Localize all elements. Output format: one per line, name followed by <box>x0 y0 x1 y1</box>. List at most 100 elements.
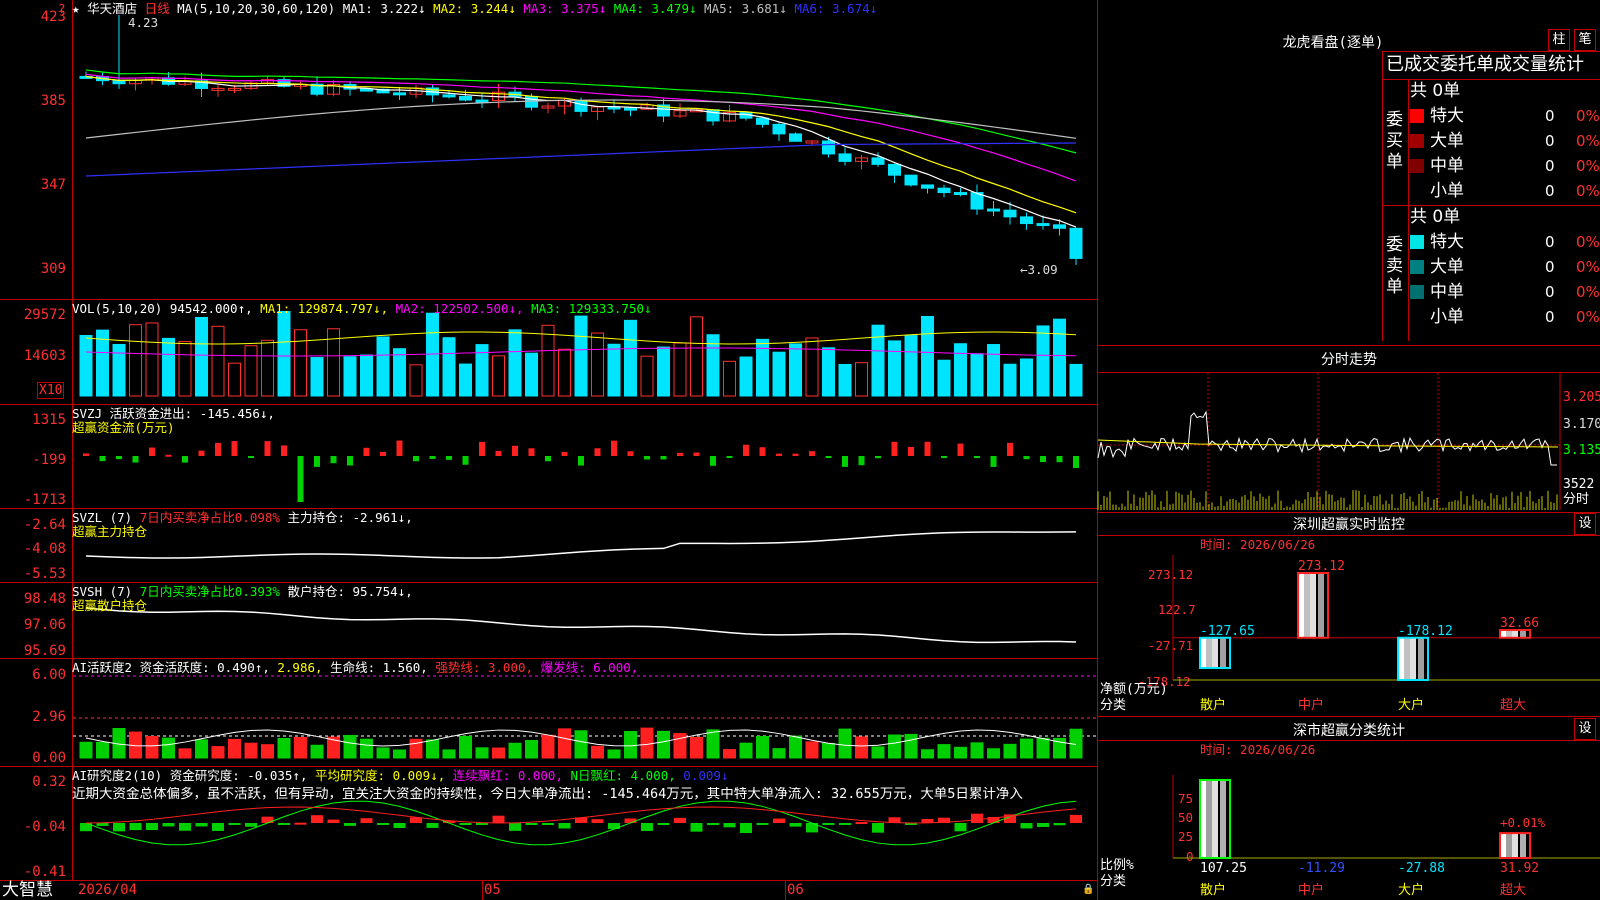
ai-active-axis-bottom: 0.00 <box>32 750 66 766</box>
ai-research-axis-top: 0.32 <box>32 774 66 790</box>
volume-bar <box>1036 325 1050 397</box>
ai-research-bar <box>377 823 389 825</box>
volume-bar <box>211 325 225 397</box>
ai-active-bar <box>574 730 588 759</box>
ai-research-bar <box>1037 823 1049 827</box>
chart-area[interactable]: ★ 华天酒店 日线 MA(5,10,20,30,60,120) MA1: 3.2… <box>0 0 1098 900</box>
ai-active-bar <box>1020 738 1033 759</box>
period-label[interactable]: 日线 <box>145 1 170 16</box>
svzj-bar <box>462 456 469 465</box>
ai-active-bar <box>393 749 406 759</box>
ai-research-bar <box>773 818 785 823</box>
ai-burst-line: 爆发线: 6.000, <box>540 660 639 675</box>
volume-bar <box>508 329 522 397</box>
svzj-bar <box>858 456 865 466</box>
favorite-star-icon[interactable]: ★ <box>72 1 80 16</box>
ai-active-bar <box>888 734 901 759</box>
volume-bar <box>1069 363 1083 397</box>
candle-body <box>789 133 802 142</box>
stat-bar-stripe <box>1520 833 1526 858</box>
candle-body <box>1053 224 1066 229</box>
volume-bar <box>739 356 753 397</box>
svzj-bar <box>891 441 898 456</box>
volume-bar <box>673 342 687 397</box>
monitor-value-label: 32.66 <box>1500 616 1539 631</box>
svsh-line <box>85 607 1077 644</box>
ai-active-bar <box>442 749 456 759</box>
vol-ma2: MA2: 122502.500↓, <box>395 301 524 316</box>
svsh-sub: 超赢散户持仓 <box>72 598 148 613</box>
right-sidebar: 龙虎看盘(逐单) 柱 笔 已成交委托单成交量统计 委买单 委卖单 共 0单 特大… <box>1097 0 1600 900</box>
ai-research-bar <box>162 823 175 827</box>
svsh-axis-top: 98.48 <box>23 591 66 607</box>
ai-active-bar <box>459 735 472 759</box>
candlestick-chart[interactable] <box>0 0 1098 900</box>
stat-value-label: -27.88 <box>1398 861 1445 876</box>
ai-research-bar <box>146 823 158 831</box>
svzj-sub: 超赢资金流(万元) <box>72 420 175 435</box>
price-axis-385: 385 <box>40 93 66 109</box>
stat-bar-stripe <box>1512 833 1518 858</box>
stat-bar-stripe <box>1212 780 1218 858</box>
ai-research-comment: 近期大资金总体偏多，虽不活跃，但有异动，宜关注大资金的持续性，今日大单净流出: … <box>72 787 1023 802</box>
ai-active-bar <box>1003 743 1017 759</box>
candle-body <box>459 95 472 101</box>
ai-active-v2: 2.986, <box>277 660 323 675</box>
ma2-value: MA2: 3.244↓ <box>433 1 516 16</box>
ai-research-bar <box>558 823 571 829</box>
ai-research-nday: N日飘红: 4.000, <box>570 768 676 783</box>
lock-icon[interactable]: 🔒 <box>1082 882 1094 897</box>
intraday-price-line <box>1097 410 1557 466</box>
volume-bar <box>937 359 951 397</box>
volume-bar <box>888 340 901 397</box>
svzj-bar <box>875 456 881 459</box>
svzj-bar <box>264 441 271 456</box>
volume-bar <box>195 316 208 397</box>
svzl-ratio: 7日内买卖净占比0.098% <box>139 510 280 525</box>
ai-active-bar <box>954 746 967 759</box>
ai-active-bar <box>970 742 984 759</box>
ai-research-label: AI研究度2(10) <box>72 768 163 783</box>
date-tick-may <box>482 880 483 900</box>
volume-bar <box>178 341 192 397</box>
monitor-bar-stripe <box>1410 637 1416 680</box>
date-axis-start: 2026/04 <box>78 882 138 898</box>
volume-bar <box>1020 358 1033 397</box>
volume-bar <box>310 357 324 397</box>
svzj-bar <box>1040 456 1046 463</box>
volume-bar <box>145 322 159 397</box>
volume-bar <box>1053 318 1066 397</box>
price-axis-347: 347 <box>40 177 66 193</box>
ai-active-bar <box>162 737 175 759</box>
monitor-bar-stripe <box>1318 573 1324 638</box>
ai-research-bar <box>1053 823 1066 826</box>
svzj-bar <box>330 456 337 464</box>
volume-bar <box>442 337 456 397</box>
candle-body <box>1003 209 1017 218</box>
ai-active-bar <box>178 748 192 759</box>
svzj-title: 活跃资金进出: -145.456↓, <box>109 406 275 421</box>
ai-research-bar <box>179 823 191 831</box>
ai-active-bar <box>607 749 621 759</box>
ai-active-bar <box>772 748 786 759</box>
ai-active-bar <box>904 733 918 759</box>
candle-body <box>888 163 901 176</box>
svzj-bar <box>561 451 568 456</box>
svzj-bar <box>759 447 766 456</box>
svzj-bar <box>1007 442 1013 456</box>
ai-research-bar <box>839 823 851 825</box>
ai-active-bar <box>706 729 720 759</box>
ai-active-bar <box>987 748 1000 759</box>
volume-bar <box>624 319 637 397</box>
volume-bar <box>277 311 291 397</box>
ai-research-axis-mid: -0.04 <box>23 819 66 835</box>
ai-active-bar <box>508 742 522 759</box>
stat-bar <box>1199 779 1231 859</box>
volume-bar <box>261 339 274 397</box>
ai-active-bar <box>838 728 852 759</box>
svzj-bar <box>693 452 700 456</box>
stat-bar-stripe <box>1506 833 1512 858</box>
ai-research-bar <box>756 823 769 825</box>
candle-body <box>1036 223 1050 227</box>
vol-unit-badge[interactable]: X10 <box>37 382 65 399</box>
